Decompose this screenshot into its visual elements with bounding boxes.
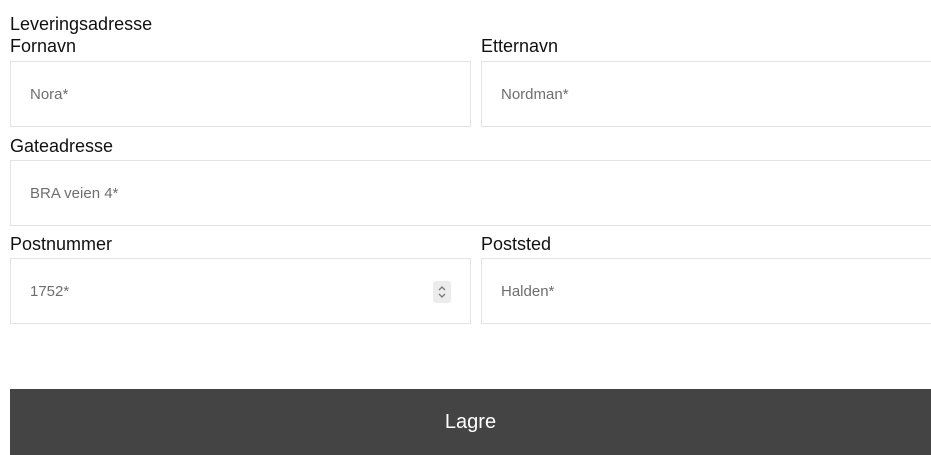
delivery-address-form: Leveringsadresse Fornavn Etternavn Gatea… (0, 0, 931, 455)
postal-code-label: Postnummer (10, 234, 113, 254)
last-name-label: Etternavn (481, 36, 559, 56)
first-name-label: Fornavn (10, 36, 77, 56)
street-field-container (10, 160, 931, 226)
street-label: Gateadresse (10, 136, 114, 156)
city-label: Poststed (481, 234, 552, 254)
last-name-field-container (481, 61, 931, 127)
postal-code-input[interactable] (30, 282, 410, 300)
city-field-container (481, 258, 931, 324)
first-name-input[interactable] (30, 85, 470, 103)
city-input[interactable] (501, 282, 931, 300)
first-name-field-container (10, 61, 471, 127)
form-title: Leveringsadresse (10, 14, 153, 34)
postal-code-field-container (10, 258, 471, 324)
street-input[interactable] (30, 184, 931, 202)
save-button[interactable]: Lagre (10, 389, 931, 455)
last-name-input[interactable] (501, 85, 931, 103)
up-down-chevron-icon[interactable] (433, 281, 451, 303)
save-button-label: Lagre (444, 410, 497, 433)
